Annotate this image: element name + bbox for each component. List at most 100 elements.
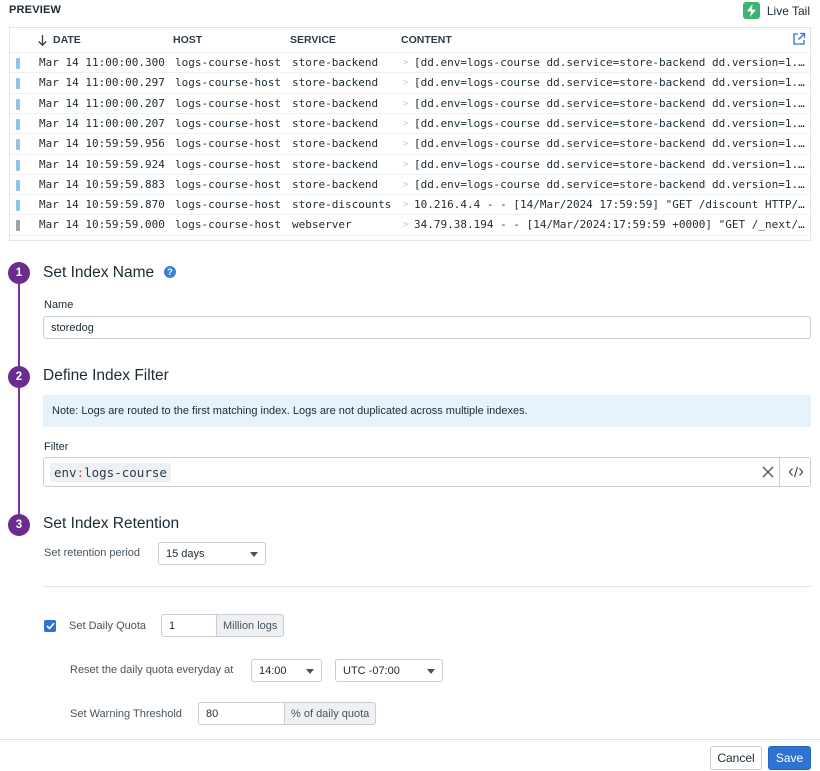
table-row[interactable]: Mar 14 10:59:59.771 logs-course-host store… [10, 234, 810, 240]
filter-note: Note: Logs are routed to the first match… [43, 395, 811, 427]
expand-arrow-icon: > [403, 78, 409, 89]
table-row[interactable]: Mar 14 10:59:59.883 logs-course-host store… [10, 173, 810, 194]
filter-divider [779, 458, 780, 486]
log-host: logs-course-host [175, 218, 281, 232]
close-icon[interactable] [761, 465, 775, 479]
table-row[interactable]: Mar 14 10:59:59.924 logs-course-host store… [10, 153, 810, 174]
warning-threshold-input[interactable]: 80 [198, 702, 285, 725]
log-host: logs-course-host [175, 157, 281, 171]
log-status-indicator [16, 220, 20, 232]
log-content: 34.79.38.194 - - [14/Mar/2024:17:59:59 +… [414, 218, 806, 232]
expand-arrow-icon: > [403, 200, 409, 211]
live-tail-label: Live Tail [766, 3, 810, 18]
log-date: Mar 14 11:00:00.300 [39, 56, 165, 69]
open-external-icon[interactable] [792, 32, 806, 46]
expand-arrow-icon: > [403, 98, 409, 109]
step-3-marker: 3 [8, 514, 30, 536]
log-content: [dd.env=logs-course dd.service=store-bac… [414, 56, 806, 69]
expand-arrow-icon: > [403, 179, 409, 190]
log-host: logs-course-host [175, 177, 281, 191]
log-host: logs-course-host [175, 76, 281, 90]
step-2-marker: 2 [8, 366, 30, 388]
log-service: store-discounts [292, 198, 392, 212]
log-service: store-backend [292, 76, 379, 90]
log-service: store-backend [292, 137, 379, 151]
bolt-icon [742, 2, 760, 19]
daily-quota-label: Set Daily Quota [69, 620, 147, 632]
log-host: logs-course-host [175, 239, 281, 240]
log-host: logs-course-host [175, 137, 281, 151]
table-row[interactable]: Mar 14 11:00:00.297 logs-course-host store… [10, 72, 810, 92]
step-connector [18, 283, 20, 515]
code-icon[interactable] [788, 465, 804, 479]
filter-tag[interactable]: env: logs-course [50, 463, 171, 482]
table-row[interactable]: Mar 14 10:59:59.000 logs-course-host webse… [10, 214, 810, 234]
save-button[interactable]: Save [768, 746, 811, 770]
cancel-button[interactable]: Cancel [710, 746, 762, 770]
timezone-select[interactable]: UTC -07:00 [335, 659, 443, 682]
index-name-input[interactable]: storedog [43, 316, 811, 339]
help-icon[interactable]: ? [164, 266, 176, 278]
log-status-indicator [16, 98, 20, 110]
log-service: store-backend [292, 116, 379, 130]
table-row[interactable]: Mar 14 11:00:00.300 logs-course-host store… [10, 52, 810, 72]
table-row[interactable]: Mar 14 10:59:59.870 logs-course-host store… [10, 194, 810, 214]
expand-arrow-icon: > [403, 139, 409, 150]
log-status-indicator [16, 179, 20, 191]
retention-period-select[interactable]: 15 days [158, 542, 266, 565]
warning-threshold-unit: % of daily quota [285, 702, 377, 725]
log-host: logs-course-host [175, 116, 281, 130]
daily-quota-unit: Million logs [217, 614, 285, 637]
log-service: webserver [292, 218, 352, 232]
column-service[interactable]: SERVICE [290, 34, 336, 46]
chevron-down-icon [427, 669, 435, 674]
log-content: [dd.env=logs-course dd.service=store-bac… [414, 116, 806, 130]
log-content: [dd.env=logs-course dd.service=store-bac… [414, 76, 806, 90]
column-content[interactable]: CONTENT [401, 34, 452, 46]
log-preview-table[interactable]: DATE HOST SERVICE CONTENT Mar 14 11:00:0… [9, 27, 811, 241]
log-host: logs-course-host [175, 198, 281, 212]
table-row[interactable]: Mar 14 10:59:59.956 logs-course-host store… [10, 133, 810, 153]
table-row[interactable]: Mar 14 11:00:00.207 logs-course-host store… [10, 92, 810, 113]
step-3-title: Set Index Retention [43, 515, 180, 532]
log-host: logs-course-host [175, 96, 281, 110]
step-2-title: Define Index Filter [43, 367, 169, 384]
log-content: [dd.env=logs-course dd.service=store-bac… [414, 177, 806, 191]
log-service: store-backend [292, 239, 378, 240]
log-date: Mar 14 10:59:59.771 [39, 239, 165, 240]
log-status-indicator [16, 78, 20, 90]
table-row[interactable]: Mar 14 11:00:00.207 logs-course-host store… [10, 112, 810, 133]
column-date[interactable]: DATE [38, 34, 81, 46]
log-date: Mar 14 10:59:59.956 [39, 137, 165, 151]
log-status-indicator [16, 200, 20, 212]
warning-threshold-label: Set Warning Threshold [70, 708, 182, 720]
log-status-indicator [16, 58, 20, 69]
filter-label: Filter [44, 441, 69, 453]
log-date: Mar 14 11:00:00.207 [39, 116, 165, 130]
retention-label: Set retention period [44, 547, 141, 559]
chevron-down-icon [250, 552, 258, 557]
daily-quota-checkbox[interactable] [44, 620, 56, 632]
expand-arrow-icon: > [403, 159, 409, 170]
filter-query-input[interactable]: env: logs-course [43, 457, 811, 487]
live-tail-button[interactable]: Live Tail [742, 2, 810, 19]
reset-time-select[interactable]: 14:00 [251, 659, 322, 682]
name-label: Name [44, 299, 74, 311]
log-service: store-backend [292, 96, 379, 110]
footer-divider [0, 739, 820, 740]
daily-quota-input[interactable]: 1 [161, 614, 217, 637]
log-content: 10.216.4.4 - - [14/Mar/2024 17:59:59] "G… [414, 198, 806, 212]
log-content: [dd.env=logs-course dd.service=store-bac… [414, 96, 806, 110]
reset-quota-label: Reset the daily quota everyday at [70, 664, 234, 676]
log-service: store-backend [292, 177, 379, 191]
step-1-title: Set Index Name [43, 264, 155, 281]
log-service: store-backend [292, 157, 379, 171]
log-date: Mar 14 10:59:59.883 [39, 177, 165, 191]
expand-arrow-icon: > [403, 118, 409, 129]
log-date: Mar 14 11:00:00.207 [39, 96, 165, 110]
step-1-marker: 1 [8, 262, 30, 284]
log-content: [dd.env=logs-course dd.service=store-bac… [414, 137, 806, 151]
log-service: store-backend [292, 56, 379, 69]
column-host[interactable]: HOST [173, 34, 202, 46]
log-status-indicator [16, 139, 20, 151]
